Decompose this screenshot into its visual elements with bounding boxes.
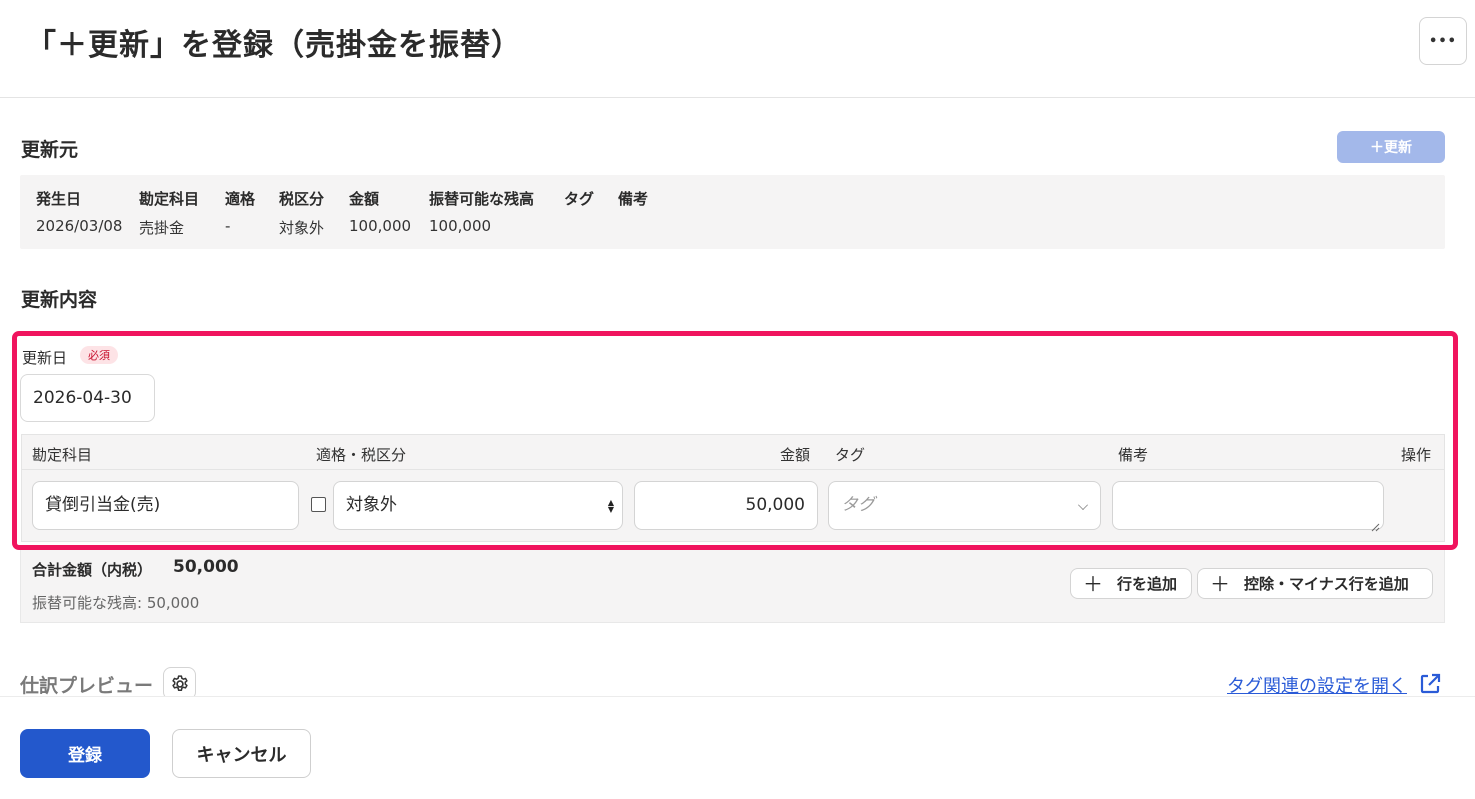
plus-icon: ＋ bbox=[1083, 571, 1103, 596]
source-cell-tax: 対象外 bbox=[279, 219, 325, 237]
source-cell-qualified: - bbox=[225, 217, 231, 235]
source-table: 発生日 勘定科目 適格 税区分 金額 振替可能な残高 タグ 備考 2026/03… bbox=[20, 175, 1445, 249]
source-header-amount: 金額 bbox=[349, 190, 380, 208]
add-row-label: 行を追加 bbox=[1117, 575, 1178, 593]
source-header-account: 勘定科目 bbox=[139, 190, 200, 208]
journal-preview-title: 仕訳プレビュー bbox=[20, 675, 154, 697]
add-minus-row-button[interactable]: ＋ 控除・マイナス行を追加 bbox=[1197, 568, 1433, 599]
source-section-title: 更新元 bbox=[21, 139, 79, 161]
gear-icon bbox=[170, 674, 190, 694]
plus-icon: ＋ bbox=[1210, 571, 1230, 596]
register-button[interactable]: 登録 bbox=[20, 729, 150, 778]
source-header-remaining: 振替可能な残高 bbox=[429, 190, 535, 208]
source-cell-date: 2026/03/08 bbox=[36, 217, 123, 235]
cancel-button[interactable]: キャンセル bbox=[172, 729, 311, 778]
highlight-frame bbox=[12, 331, 1458, 550]
renew-button[interactable]: ＋更新 bbox=[1337, 131, 1445, 163]
tag-settings-link[interactable]: タグ関連の設定を開く bbox=[1227, 672, 1407, 698]
source-cell-remaining: 100,000 bbox=[429, 217, 492, 235]
page-header: 「＋更新」を登録（売掛金を振替） ••• bbox=[0, 0, 1475, 98]
source-header-date: 発生日 bbox=[36, 190, 82, 208]
source-header-note: 備考 bbox=[618, 190, 649, 208]
page-title: 「＋更新」を登録（売掛金を振替） bbox=[26, 28, 522, 63]
remaining-balance: 振替可能な残高: 50,000 bbox=[32, 594, 200, 612]
total-label: 合計金額（内税） bbox=[32, 561, 153, 579]
external-link-icon[interactable] bbox=[1419, 673, 1441, 695]
source-header-qualified: 適格 bbox=[225, 190, 256, 208]
source-cell-amount: 100,000 bbox=[349, 217, 412, 235]
content-section-title: 更新内容 bbox=[21, 289, 98, 311]
source-header-tag: タグ bbox=[564, 190, 595, 208]
add-minus-row-label: 控除・マイナス行を追加 bbox=[1244, 575, 1409, 593]
more-options-button[interactable]: ••• bbox=[1419, 17, 1467, 65]
more-icon: ••• bbox=[1429, 33, 1457, 49]
total-value: 50,000 bbox=[173, 557, 239, 577]
source-cell-account: 売掛金 bbox=[139, 219, 185, 237]
source-header-tax: 税区分 bbox=[279, 190, 325, 208]
add-row-button[interactable]: ＋ 行を追加 bbox=[1070, 568, 1192, 599]
